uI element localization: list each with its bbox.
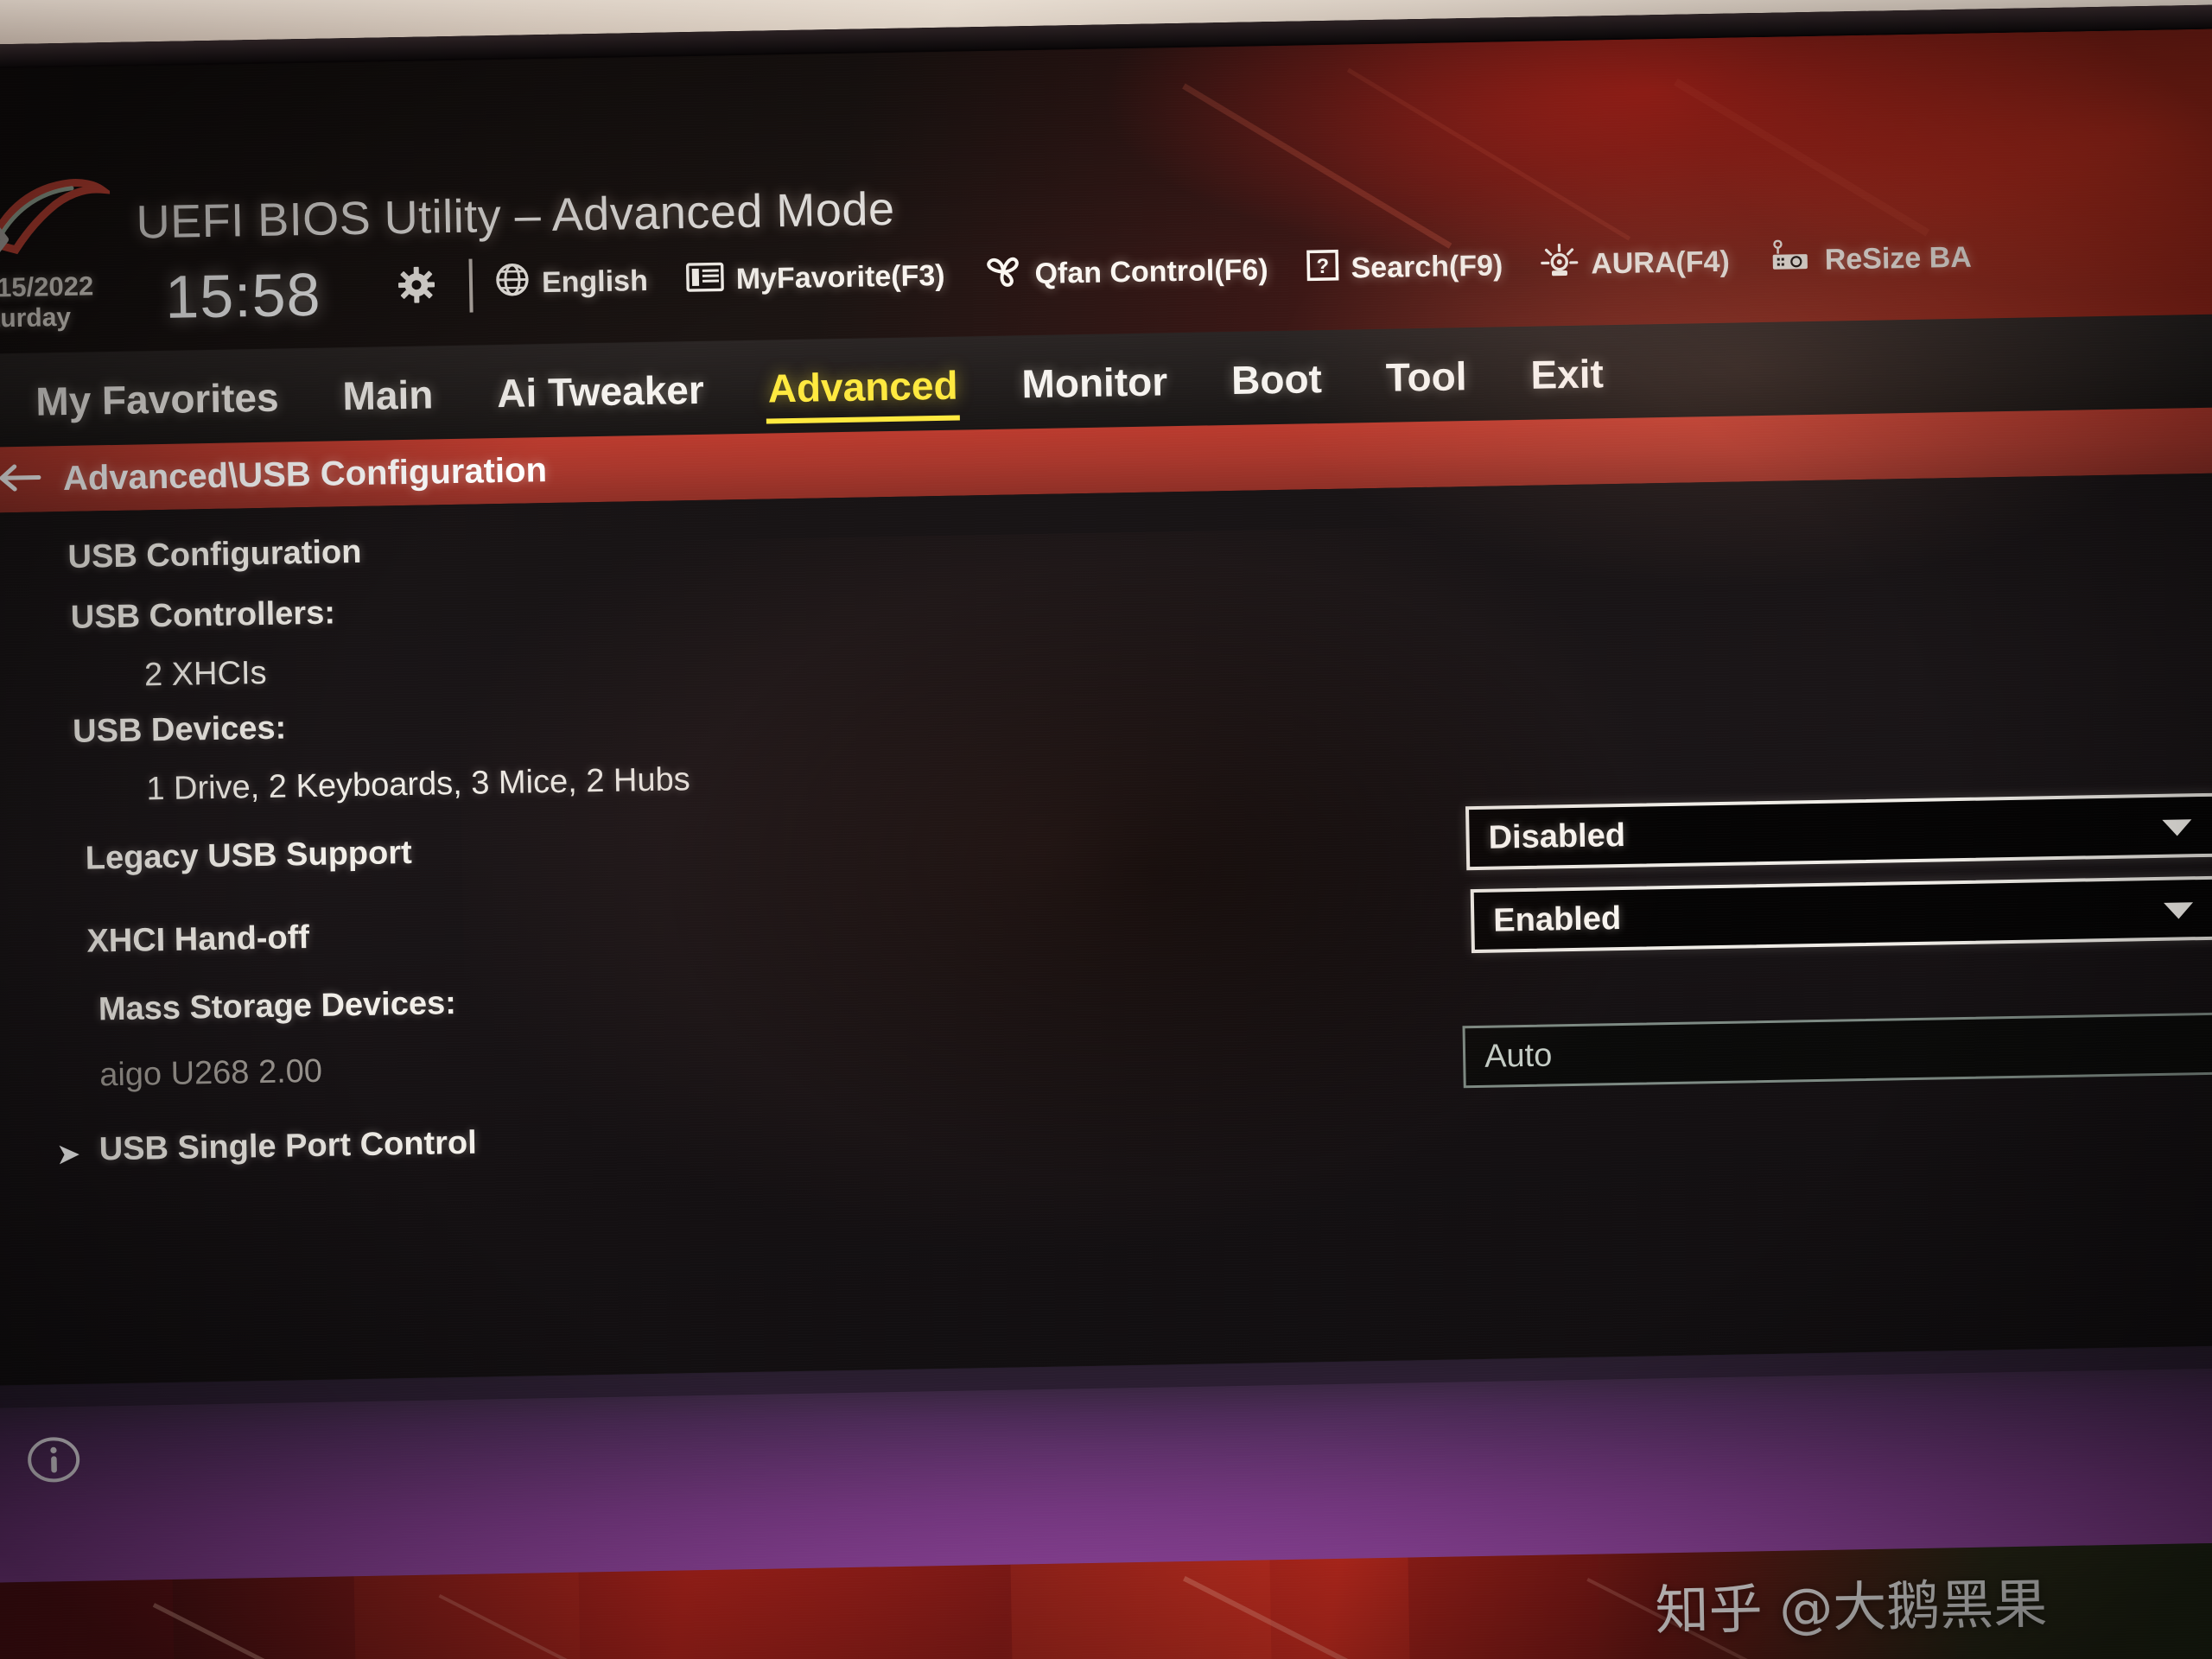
- gear-icon[interactable]: [397, 266, 435, 303]
- chevron-down-icon: [2162, 819, 2192, 836]
- bios-screen: UEFI BIOS Utility – Advanced Mode 01/15/…: [0, 28, 2212, 1659]
- aura-light-icon: [1541, 243, 1580, 286]
- aura-button[interactable]: AURA(F4): [1541, 240, 1730, 286]
- settings-panel: USB Configuration USB Controllers: 2 XHC…: [0, 472, 2212, 1386]
- favorites-list-icon: [685, 258, 724, 302]
- breadcrumb-path: Advanced\USB Configuration: [62, 450, 548, 498]
- xhci-handoff-value: Enabled: [1492, 899, 1622, 939]
- usb-devices-value: 1 Drive, 2 Keyboards, 3 Mice, 2 Hubs: [145, 761, 691, 808]
- qfan-control-label: Qfan Control(F6): [1034, 252, 1268, 290]
- mass-storage-device: aigo U268 2.00: [99, 1052, 323, 1094]
- screen-vignette: [629, 535, 1678, 1211]
- monitor-bezel: UEFI BIOS Utility – Advanced Mode 01/15/…: [0, 3, 2212, 1659]
- header-streak: [1346, 67, 1631, 241]
- mass-storage-mode-value: Auto: [1484, 1036, 1553, 1075]
- header-divider: [468, 258, 474, 313]
- mass-storage-mode-dropdown[interactable]: Auto: [1462, 1012, 2212, 1089]
- legacy-usb-support-value: Disabled: [1488, 817, 1626, 856]
- language-label: English: [541, 264, 649, 299]
- tab-advanced[interactable]: Advanced: [767, 362, 958, 412]
- header-streak: [1674, 78, 1930, 237]
- art-block: [1010, 1560, 1273, 1659]
- system-date: 01/15/2022 Saturday: [0, 270, 159, 334]
- tab-tool[interactable]: Tool: [1385, 353, 1467, 401]
- mass-storage-label: Mass Storage Devices:: [98, 985, 457, 1028]
- fan-icon: [982, 253, 1023, 296]
- art-block: [1408, 1554, 1601, 1659]
- art-streak: [152, 1603, 355, 1659]
- xhci-handoff-dropdown[interactable]: Enabled: [1470, 875, 2212, 954]
- usb-controllers-value: 2 XHCIs: [143, 654, 267, 694]
- myfavorite-label: MyFavorite(F3): [735, 258, 945, 296]
- gpu-card-icon: [1767, 238, 1813, 282]
- search-label: Search(F9): [1351, 248, 1503, 284]
- info-circle-icon[interactable]: [27, 1433, 81, 1487]
- tab-main[interactable]: Main: [342, 371, 434, 419]
- globe-icon: [495, 262, 531, 305]
- qfan-control-button[interactable]: Qfan Control(F6): [982, 249, 1268, 296]
- legacy-usb-support-dropdown[interactable]: Disabled: [1465, 792, 2212, 871]
- tab-ai-tweaker[interactable]: Ai Tweaker: [497, 366, 704, 416]
- weekday-value: Saturday: [0, 302, 72, 334]
- date-value: 01/15/2022: [0, 270, 94, 304]
- art-block: [353, 1572, 582, 1659]
- search-button[interactable]: ? Search(F9): [1306, 245, 1503, 290]
- chevron-down-icon: [2164, 902, 2194, 919]
- back-arrow-icon[interactable]: [0, 460, 42, 499]
- section-title: USB Configuration: [67, 533, 362, 575]
- monitor-photo: UEFI BIOS Utility – Advanced Mode 01/15/…: [0, 0, 2212, 1659]
- rog-logo-icon: [0, 177, 115, 263]
- art-block: [0, 1579, 175, 1659]
- tab-exit[interactable]: Exit: [1530, 350, 1604, 397]
- legacy-usb-support-label: Legacy USB Support: [85, 834, 413, 877]
- tab-monitor[interactable]: Monitor: [1021, 358, 1168, 407]
- tab-boot[interactable]: Boot: [1231, 355, 1323, 404]
- zhihu-watermark: 知乎 @大鹅黑果: [1654, 1572, 2048, 1643]
- xhci-handoff-label: XHCI Hand-off: [86, 919, 310, 960]
- header-toolbar: English MyFavorite(F3) Qfan Control(F6) …: [494, 230, 2010, 310]
- usb-single-port-control-item[interactable]: USB Single Port Control: [99, 1125, 477, 1169]
- myfavorite-button[interactable]: MyFavorite(F3): [685, 254, 945, 301]
- resize-bar-label: ReSize BA: [1824, 240, 1973, 276]
- submenu-arrow-icon: ➤: [55, 1137, 81, 1172]
- svg-text:?: ?: [1316, 254, 1329, 277]
- tab-my-favorites[interactable]: My Favorites: [35, 374, 279, 425]
- page-title: UEFI BIOS Utility – Advanced Mode: [136, 182, 895, 249]
- question-box-icon: ?: [1306, 247, 1339, 290]
- aura-label: AURA(F4): [1590, 245, 1731, 281]
- usb-controllers-label: USB Controllers:: [70, 594, 336, 636]
- resize-bar-button[interactable]: ReSize BA: [1767, 236, 1972, 282]
- usb-devices-label: USB Devices:: [72, 709, 287, 750]
- system-time: 15:58: [164, 260, 322, 331]
- language-button[interactable]: English: [495, 259, 649, 304]
